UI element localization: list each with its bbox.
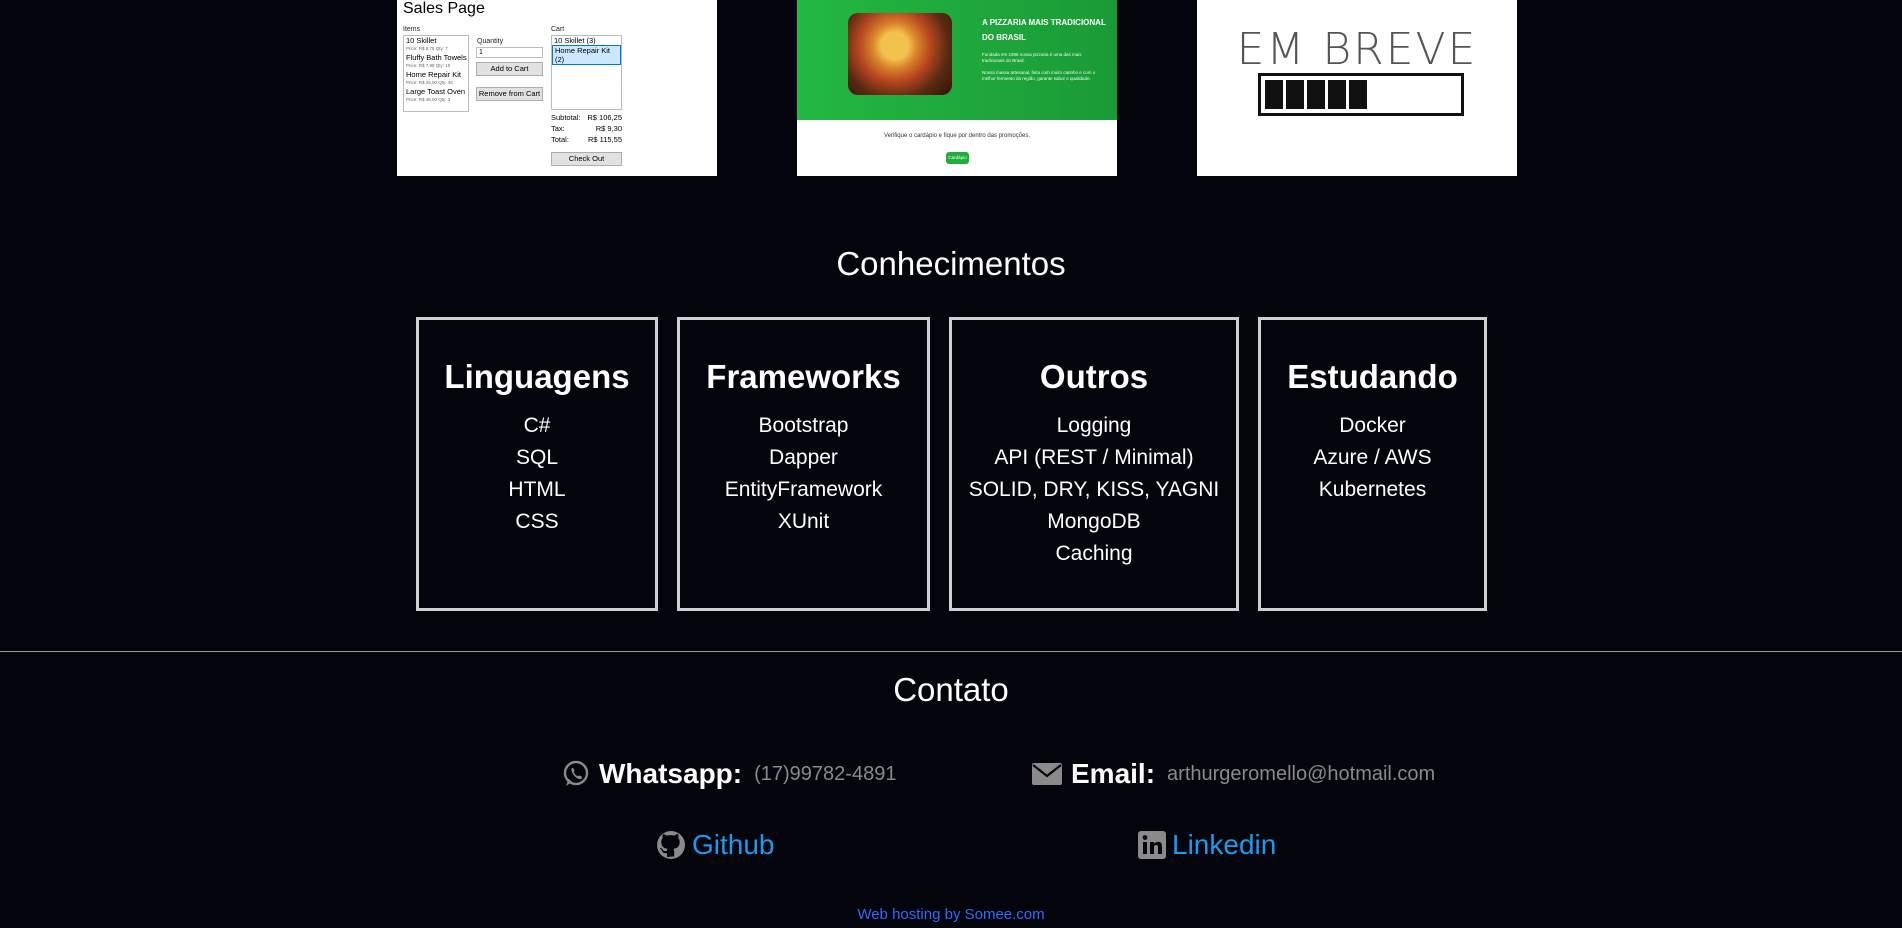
- linkedin-link[interactable]: Linkedin: [1138, 829, 1276, 861]
- progress-segment: [1328, 80, 1346, 109]
- list-item-detail: Price: R$ 48,00 Qty: 3: [406, 97, 451, 102]
- card-list: C# SQL HTML CSS: [419, 410, 655, 538]
- list-item[interactable]: Home Repair Kit: [404, 70, 468, 79]
- pizza-heading: A PIZZARIA MAIS TRADICIONAL DO BRASIL: [982, 18, 1106, 42]
- list-item: SQL: [515, 446, 559, 469]
- list-item: Bootstrap: [758, 414, 849, 437]
- whatsapp-number[interactable]: (17)99782-4891: [754, 763, 896, 786]
- subtotal-label: Subtotal:: [551, 113, 581, 122]
- pizza-text: Nossa massa artesanal, feita com muito c…: [982, 70, 1096, 81]
- list-item[interactable]: Large Toast Oven: [404, 87, 468, 96]
- card-list: Bootstrap Dapper EntityFramework XUnit: [680, 410, 927, 538]
- whatsapp-icon: [561, 759, 591, 789]
- card-list: Logging API (REST / Minimal) SOLID, DRY,…: [952, 410, 1236, 570]
- card-title: Linguagens: [444, 358, 630, 395]
- tax-label: Tax:: [551, 124, 565, 133]
- whatsapp-contact: Whatsapp: (17)99782-4891: [561, 758, 896, 790]
- items-list[interactable]: 10 Skillet Price: R$ 8,75 Qty: 7 Fluffy …: [403, 35, 469, 112]
- list-item: XUnit: [777, 510, 830, 533]
- tax-value: R$ 9,30: [595, 124, 622, 133]
- progress-segment: [1349, 80, 1367, 109]
- list-item: Kubernetes: [1318, 478, 1427, 501]
- progress-segment: [1307, 80, 1325, 109]
- linkedin-icon: [1138, 831, 1166, 859]
- list-item: MongoDB: [1047, 510, 1141, 533]
- list-item: Dapper: [769, 446, 838, 469]
- list-item: Logging: [1056, 414, 1132, 437]
- card-title: Estudando: [1287, 358, 1458, 395]
- email-address[interactable]: arthurgeromello@hotmail.com: [1167, 763, 1435, 786]
- knowledge-card-languages: Linguagens C# SQL HTML CSS: [416, 317, 658, 611]
- envelope-icon: [1031, 761, 1063, 787]
- list-item: EntityFramework: [724, 478, 883, 501]
- knowledge-section-title: Conhecimentos: [836, 245, 1066, 282]
- cart-item-selected[interactable]: Home Repair Kit (2): [552, 45, 621, 65]
- knowledge-card-others: Outros Logging API (REST / Minimal) SOLI…: [949, 317, 1239, 611]
- project-thumbnail-pizza[interactable]: A PIZZARIA MAIS TRADICIONAL DO BRASIL Fu…: [797, 0, 1117, 176]
- list-item: C#: [523, 414, 551, 437]
- email-contact: Email: arthurgeromello@hotmail.com: [1031, 758, 1435, 790]
- list-item: Azure / AWS: [1313, 446, 1432, 469]
- list-item: HTML: [508, 478, 566, 501]
- list-item[interactable]: 10 Skillet: [404, 36, 468, 45]
- hosting-link[interactable]: Web hosting by Somee.com: [0, 906, 1902, 923]
- pizza-text: Fundada em 1986 nossa pizzaria é uma das…: [982, 52, 1082, 63]
- linkedin-label[interactable]: Linkedin: [1172, 829, 1276, 861]
- knowledge-card-studying: Estudando Docker Azure / AWS Kubernetes: [1258, 317, 1487, 611]
- list-item-detail: Price: R$ 25,00 Qty: 48: [406, 80, 453, 85]
- list-item: SOLID, DRY, KISS, YAGNI: [968, 478, 1220, 501]
- coming-soon-progress-bar: [1258, 73, 1464, 116]
- cart-item[interactable]: 10 Skillet (3): [552, 36, 621, 45]
- project-thumbnail-sales[interactable]: Sales Page Items 10 Skillet Price: R$ 8,…: [397, 0, 717, 176]
- quantity-label: Quantity: [477, 38, 504, 45]
- email-label: Email:: [1071, 758, 1156, 789]
- github-label[interactable]: Github: [692, 829, 775, 861]
- list-item-detail: Price: R$ 7,99 Qty: 10: [406, 63, 451, 68]
- project-thumbnail-coming-soon[interactable]: EM BREVE: [1197, 0, 1517, 176]
- github-link[interactable]: Github: [656, 829, 775, 861]
- subtotal-value: R$ 106,25: [587, 113, 622, 122]
- coming-soon-text: EM BREVE: [1236, 24, 1478, 75]
- total-value: R$ 115,55: [587, 135, 622, 144]
- total-label: Total:: [551, 135, 569, 144]
- card-title: Outros: [1039, 358, 1149, 395]
- progress-segment: [1265, 80, 1283, 109]
- github-icon: [656, 830, 686, 860]
- progress-segment: [1286, 80, 1304, 109]
- list-item-detail: Price: R$ 8,75 Qty: 7: [406, 46, 448, 51]
- pizza-cta-text: Verifique o cardápio e fique por dentro …: [883, 133, 1031, 139]
- cart-label: Cart: [551, 26, 565, 33]
- items-label: Items: [403, 26, 421, 33]
- sales-page-title: Sales Page: [403, 0, 485, 17]
- card-list: Docker Azure / AWS Kubernetes: [1261, 410, 1484, 506]
- knowledge-card-frameworks: Frameworks Bootstrap Dapper EntityFramew…: [677, 317, 930, 611]
- quantity-input[interactable]: 1: [476, 47, 543, 58]
- card-title: Frameworks: [706, 358, 901, 395]
- list-item: CSS: [515, 510, 559, 533]
- cart-list[interactable]: 10 Skillet (3) Home Repair Kit (2): [551, 35, 622, 110]
- whatsapp-label: Whatsapp:: [599, 758, 743, 789]
- menu-button[interactable]: Cardápio: [946, 152, 969, 164]
- list-item: API (REST / Minimal): [994, 446, 1194, 469]
- list-item: Docker: [1339, 414, 1406, 437]
- list-item[interactable]: Fluffy Bath Towels: [404, 53, 468, 62]
- pizza-image: [848, 13, 952, 95]
- contact-section-title: Contato: [893, 671, 1009, 708]
- list-item: Caching: [1055, 542, 1133, 565]
- check-out-button[interactable]: Check Out: [551, 152, 622, 166]
- section-divider: [0, 651, 1902, 652]
- add-to-cart-button[interactable]: Add to Cart: [476, 62, 543, 76]
- remove-from-cart-button[interactable]: Remove from Cart: [476, 87, 543, 101]
